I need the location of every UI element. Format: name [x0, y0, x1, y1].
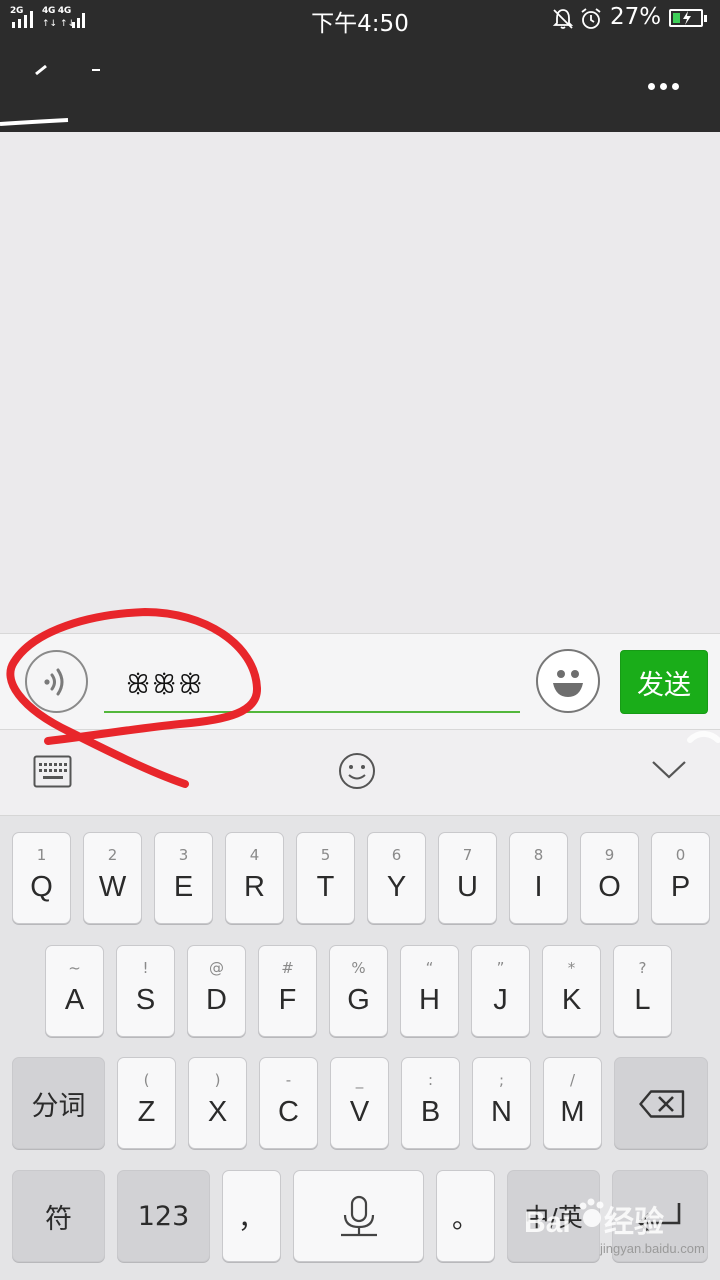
wechat-chat-screen: 2G 4G 4G ↑↓ ↑↓ 下午4:50 27% ꕥꕥꕥ 发送 1 Q 2 W… — [0, 0, 720, 1280]
chat-input-bar: ꕥꕥꕥ 发送 — [0, 633, 720, 730]
redacted-title-scribble — [0, 64, 100, 126]
key-p[interactable]: 0P — [651, 832, 710, 924]
watermark-url: jingyan.baidu.com — [600, 1241, 705, 1256]
message-input[interactable]: ꕥꕥꕥ — [104, 654, 520, 713]
key-w[interactable]: 2W — [83, 832, 142, 924]
key-f[interactable]: # F — [258, 945, 317, 1037]
delete-key[interactable] — [614, 1057, 708, 1149]
segment-key[interactable]: 分词 — [12, 1057, 105, 1149]
space-voice-key[interactable] — [293, 1170, 424, 1262]
battery-charging-icon — [669, 9, 707, 27]
smiley-icon[interactable] — [337, 751, 377, 791]
mute-bell-icon — [552, 9, 574, 29]
svg-text:Bai: Bai — [524, 1206, 571, 1239]
voice-input-button[interactable] — [25, 650, 88, 713]
key-m[interactable]: / M — [543, 1057, 602, 1149]
key-h[interactable]: “H — [400, 945, 459, 1037]
key-q[interactable]: 1Q — [12, 832, 71, 924]
key-v[interactable]: _ V — [330, 1057, 389, 1149]
key-y[interactable]: 6Y — [367, 832, 426, 924]
emoji-icon — [553, 670, 583, 697]
battery-percent: 27% — [610, 4, 662, 30]
voice-icon — [44, 668, 64, 696]
alarm-icon — [581, 8, 601, 29]
key-s[interactable]: ! S — [116, 945, 175, 1037]
title-bar — [0, 38, 720, 132]
key-r[interactable]: 4R — [225, 832, 284, 924]
emoji-button[interactable] — [536, 649, 600, 713]
key-n[interactable]: ; N — [472, 1057, 531, 1149]
key-a[interactable]: ~ A — [45, 945, 104, 1037]
key-i[interactable]: 8I — [509, 832, 568, 924]
numbers-key[interactable]: 123 — [117, 1170, 210, 1262]
key-t[interactable]: 5T — [296, 832, 355, 924]
key-d[interactable]: @ D — [187, 945, 246, 1037]
backspace-icon — [639, 1090, 685, 1118]
more-horizontal-icon — [647, 82, 655, 90]
baidu-jingyan-watermark-logo: Bai 经验 — [524, 1198, 664, 1239]
symbols-key[interactable]: 符 — [12, 1170, 105, 1262]
more-button[interactable] — [640, 66, 686, 106]
key-b[interactable]: :B — [401, 1057, 460, 1149]
keyboard-icon[interactable] — [33, 755, 73, 789]
keyboard-toolbar — [0, 730, 720, 816]
send-button[interactable]: 发送 — [620, 650, 708, 714]
key-g[interactable]: % G — [329, 945, 388, 1037]
key-l[interactable]: ? L — [613, 945, 672, 1037]
key-u[interactable]: 7U — [438, 832, 497, 924]
status-bar: 2G 4G 4G ↑↓ ↑↓ 下午4:50 27% — [0, 0, 720, 38]
svg-text:经验: 经验 — [604, 1205, 664, 1239]
key-z[interactable]: (Z — [117, 1057, 176, 1149]
chevron-down-icon[interactable] — [650, 758, 688, 782]
key-x[interactable]: ) X — [188, 1057, 247, 1149]
key-j[interactable]: ” J — [471, 945, 530, 1037]
microphone-icon — [341, 1195, 377, 1237]
key-e[interactable]: 3E — [154, 832, 213, 924]
key-k[interactable]: * K — [542, 945, 601, 1037]
key-o[interactable]: 9O — [580, 832, 639, 924]
chat-message-area[interactable] — [0, 132, 720, 633]
comma-key[interactable]: ， — [222, 1170, 281, 1262]
key-c[interactable]: -C — [259, 1057, 318, 1149]
period-key[interactable]: 。 — [436, 1170, 495, 1262]
